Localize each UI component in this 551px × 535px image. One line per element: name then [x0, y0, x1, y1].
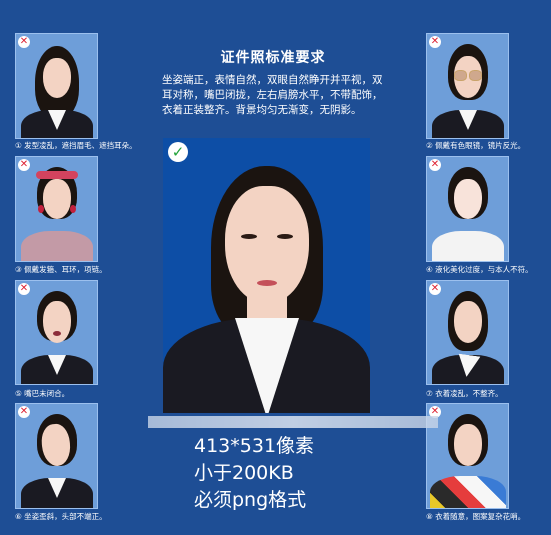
requirement-filesize: 小于200KB	[194, 462, 294, 484]
example-caption-1: ① 发型凌乱，遮挡眉毛、遮挡耳朵。	[15, 141, 137, 150]
example-caption-6: ⑥ 坐姿歪斜，头部不端正。	[15, 512, 107, 521]
blurred-text	[148, 416, 438, 428]
requirements-description: 坐姿端正，表情自然，双眼自然睁开并平视，双耳对称，嘴巴闭拢，左右肩膀水平，不带配…	[162, 74, 383, 116]
example-caption-4: ④ 液化美化过度，与本人不符。	[426, 265, 533, 274]
standard-photo	[163, 138, 370, 413]
x-icon: ✕	[429, 36, 441, 48]
example-photo-3: ✕	[15, 156, 98, 262]
example-caption-3: ③ 佩戴发箍、耳环，项链。	[15, 265, 107, 274]
example-caption-2: ② 佩戴有色眼镜，镜片反光。	[426, 141, 526, 150]
page-title: 证件照标准要求	[220, 50, 326, 66]
x-icon: ✕	[18, 36, 30, 48]
example-photo-6: ✕	[15, 403, 98, 509]
x-icon: ✕	[18, 159, 30, 171]
x-icon: ✕	[18, 283, 30, 295]
example-photo-7: ✕	[426, 280, 509, 385]
x-icon: ✕	[429, 159, 441, 171]
example-photo-8: ✕	[426, 403, 509, 509]
example-photo-5: ✕	[15, 280, 98, 385]
requirement-size: 413*531像素	[194, 435, 315, 457]
example-photo-4: ✕	[426, 156, 509, 262]
x-icon: ✕	[429, 283, 441, 295]
x-icon: ✕	[18, 406, 30, 418]
requirement-format: 必须png格式	[194, 489, 307, 511]
example-caption-8: ⑧ 衣着随意，图案复杂花哨。	[426, 512, 526, 521]
example-caption-5: ⑤ 嘴巴未闭合。	[15, 389, 70, 398]
example-photo-2: ✕	[426, 33, 509, 139]
example-caption-7: ⑦ 衣着凌乱，不整齐。	[426, 389, 503, 398]
example-photo-1: ✕	[15, 33, 98, 139]
check-icon: ✓	[168, 142, 188, 162]
